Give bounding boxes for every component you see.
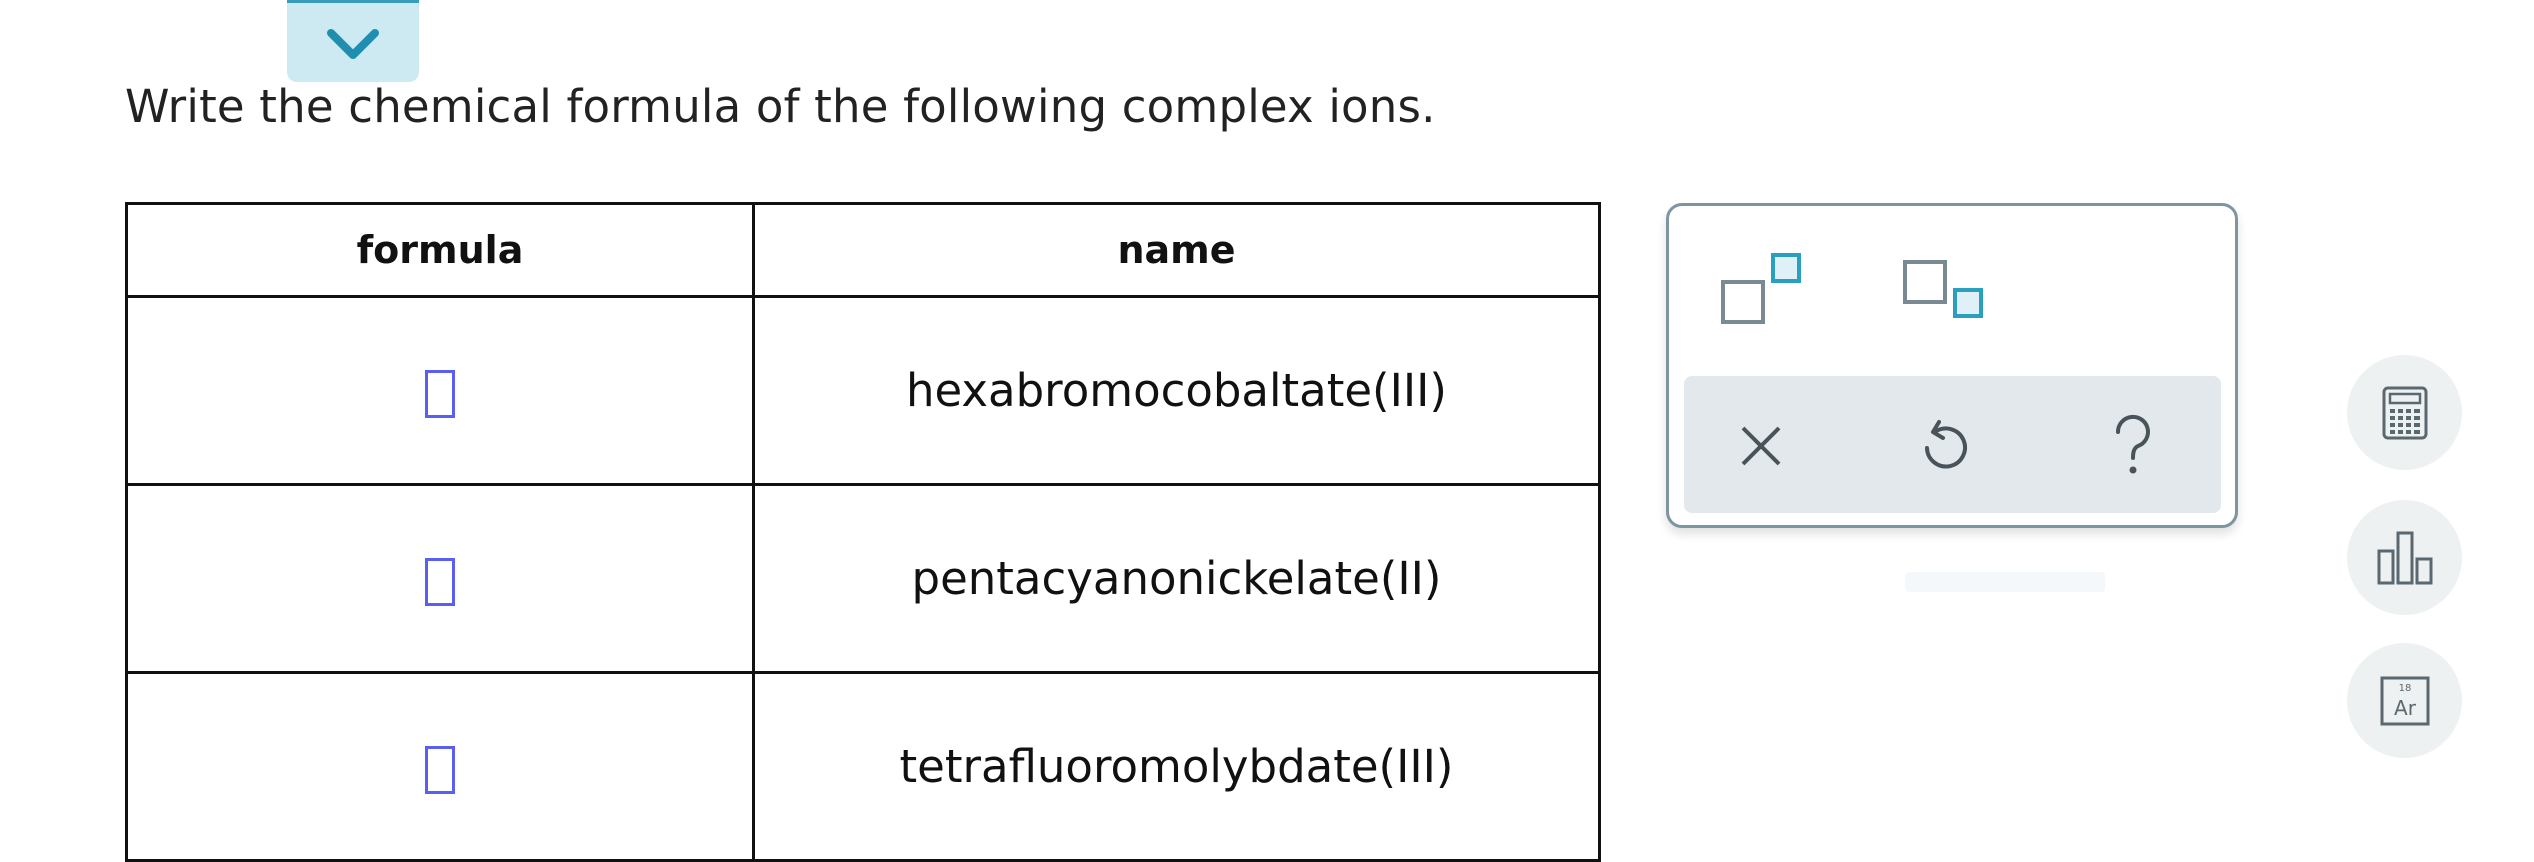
help-button[interactable] [2112, 414, 2154, 482]
column-header-formula: formula [125, 202, 755, 298]
table-header-row: formula name [125, 202, 1601, 298]
faded-toolbar-label [1905, 572, 2105, 592]
table-row: pentacyanonickelate(II) [125, 483, 1601, 674]
column-header-name: name [752, 202, 1601, 298]
undo-icon [1925, 420, 1967, 469]
bar-chart-icon [2377, 531, 2432, 584]
calculator-icon [2382, 386, 2427, 439]
formula-cell [125, 483, 755, 674]
clear-button[interactable] [1739, 424, 1783, 472]
periodic-table-button[interactable]: 18 Ar [2347, 643, 2462, 758]
name-cell: tetrafluoromolybdate(III) [752, 671, 1601, 862]
math-palette [1666, 203, 2238, 528]
help-icon [2115, 414, 2150, 474]
formula-input[interactable] [425, 745, 455, 794]
element-number: 18 [2398, 683, 2411, 694]
clear-icon [1741, 426, 1781, 466]
calculator-button[interactable] [2347, 355, 2462, 470]
superscript-template-icon [1721, 253, 1801, 324]
palette-action-bar [1684, 376, 2221, 513]
name-cell: hexabromocobaltate(III) [752, 295, 1601, 486]
formula-cell [125, 671, 755, 862]
name-cell: pentacyanonickelate(II) [752, 483, 1601, 674]
formula-input[interactable] [425, 369, 455, 418]
formula-cell [125, 295, 755, 486]
undo-button[interactable] [1919, 418, 1971, 478]
formula-input[interactable] [425, 557, 455, 606]
question-prompt: Write the chemical formula of the follow… [125, 80, 1436, 133]
periodic-table-icon: 18 Ar [2380, 676, 2429, 725]
table-row: hexabromocobaltate(III) [125, 295, 1601, 486]
table-row: tetrafluoromolybdate(III) [125, 671, 1601, 862]
chevron-down-icon [327, 28, 379, 59]
subscript-template-icon [1903, 260, 1983, 318]
element-symbol: Ar [2394, 696, 2417, 720]
collapse-toggle-button[interactable] [287, 0, 419, 82]
subscript-button[interactable] [1901, 258, 1991, 337]
answer-table: formula name hexabromocobaltate(III) pen… [125, 202, 1601, 862]
data-chart-button[interactable] [2347, 500, 2462, 615]
superscript-button[interactable] [1719, 251, 1809, 330]
